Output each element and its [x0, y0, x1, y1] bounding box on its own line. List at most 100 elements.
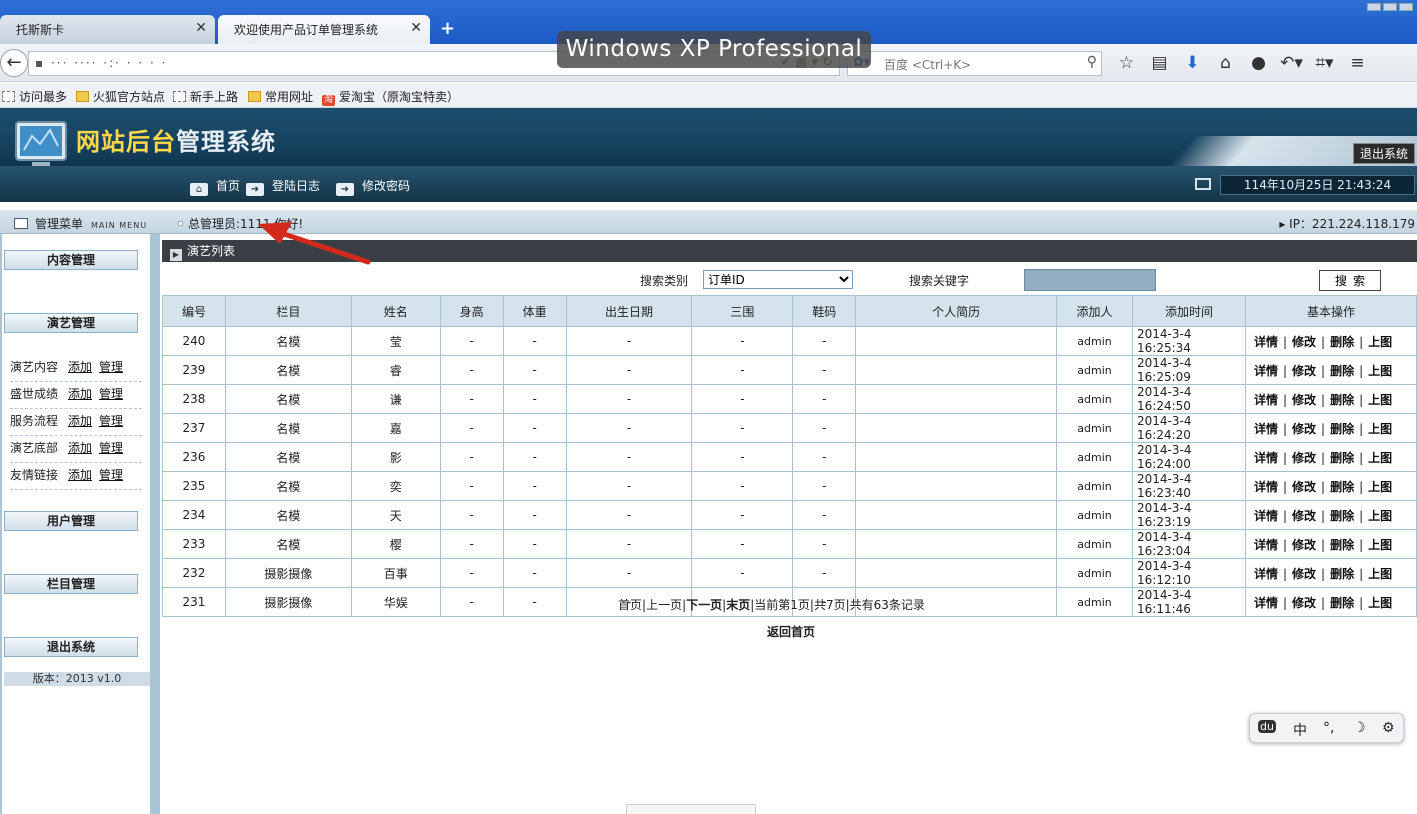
- sidebar-section-performance[interactable]: 演艺管理: [4, 313, 138, 333]
- pager-next[interactable]: 下一页: [686, 598, 722, 612]
- sidebar-section-logout[interactable]: 退出系统: [4, 637, 138, 657]
- ime-settings-gear-icon[interactable]: ⚙: [1382, 720, 1395, 736]
- ime-punctuation[interactable]: °,: [1323, 720, 1334, 736]
- upload-image-link[interactable]: 上图: [1368, 509, 1392, 523]
- back-home-link[interactable]: 返回首页: [767, 623, 815, 640]
- manage-link[interactable]: 管理: [99, 414, 123, 428]
- undo-icon[interactable]: ↶▾: [1275, 53, 1308, 73]
- close-tab-icon[interactable]: ✕: [195, 20, 207, 36]
- taobao-icon: 淘: [322, 95, 335, 106]
- delete-link[interactable]: 删除: [1330, 538, 1354, 552]
- upload-image-link[interactable]: 上图: [1368, 364, 1392, 378]
- edit-link[interactable]: 修改: [1292, 480, 1316, 494]
- add-link[interactable]: 添加: [68, 414, 92, 428]
- upload-image-link[interactable]: 上图: [1368, 451, 1392, 465]
- delete-link[interactable]: 删除: [1330, 335, 1354, 349]
- table-cell: 名模: [224, 442, 352, 472]
- bookmark-star-icon[interactable]: ☆: [1110, 53, 1143, 73]
- sidebar-section-users[interactable]: 用户管理: [4, 511, 138, 531]
- manage-link[interactable]: 管理: [99, 441, 123, 455]
- upload-image-link[interactable]: 上图: [1368, 480, 1392, 494]
- chat-bubble-icon[interactable]: ●: [1242, 53, 1275, 73]
- home-icon[interactable]: ⌂: [1209, 53, 1242, 73]
- manage-link[interactable]: 管理: [99, 468, 123, 482]
- upload-image-link[interactable]: 上图: [1368, 393, 1392, 407]
- ime-moon-icon[interactable]: ☽: [1353, 720, 1366, 736]
- detail-link[interactable]: 详情: [1254, 567, 1278, 581]
- detail-link[interactable]: 详情: [1254, 335, 1278, 349]
- browser-tab[interactable]: 托斯斯卡 ✕: [0, 15, 215, 44]
- delete-link[interactable]: 删除: [1330, 422, 1354, 436]
- bookmark-getting-started[interactable]: 新手上路: [173, 88, 238, 105]
- nav-home[interactable]: ⌂ 首页: [190, 177, 240, 196]
- add-link[interactable]: 添加: [68, 387, 92, 401]
- baidu-ime-icon[interactable]: du: [1258, 720, 1276, 733]
- detail-link[interactable]: 详情: [1254, 451, 1278, 465]
- edit-link[interactable]: 修改: [1292, 538, 1316, 552]
- bookmark-common-sites[interactable]: 常用网址: [248, 88, 313, 105]
- nav-login-log[interactable]: ➜ 登陆日志: [246, 177, 320, 196]
- pager-first[interactable]: 首页: [618, 598, 642, 612]
- download-arrow-icon[interactable]: ⬇: [1176, 53, 1209, 73]
- upload-image-link[interactable]: 上图: [1368, 567, 1392, 581]
- new-tab-plus-icon[interactable]: +: [440, 18, 455, 39]
- logout-button[interactable]: 退出系统: [1352, 143, 1415, 164]
- sidebar-section-content[interactable]: 内容管理: [4, 250, 138, 270]
- pager-prev[interactable]: 上一页: [646, 598, 682, 612]
- menu-icon: [14, 218, 28, 229]
- edit-link[interactable]: 修改: [1292, 393, 1316, 407]
- add-link[interactable]: 添加: [68, 441, 92, 455]
- crop-icon[interactable]: ⌗▾: [1308, 53, 1341, 73]
- browser-tab-active[interactable]: 欢迎使用产品订单管理系统 ✕: [218, 15, 430, 44]
- edit-link[interactable]: 修改: [1292, 509, 1316, 523]
- sidebar-section-columns[interactable]: 栏目管理: [4, 574, 138, 594]
- table-cell: -: [565, 326, 693, 356]
- nav-change-password[interactable]: ➜ 修改密码: [336, 177, 410, 196]
- search-icon[interactable]: ⚲: [1087, 54, 1097, 70]
- menu-icon[interactable]: ≡: [1341, 53, 1374, 73]
- bookmark-most-visited[interactable]: 访问最多: [2, 88, 67, 105]
- bookmark-aitaobao[interactable]: 淘爱淘宝（原淘宝特卖）: [322, 88, 459, 106]
- delete-link[interactable]: 删除: [1330, 451, 1354, 465]
- manage-link[interactable]: 管理: [99, 387, 123, 401]
- add-link[interactable]: 添加: [68, 468, 92, 482]
- edit-link[interactable]: 修改: [1292, 451, 1316, 465]
- edit-link[interactable]: 修改: [1292, 422, 1316, 436]
- delete-link[interactable]: 删除: [1330, 364, 1354, 378]
- delete-link[interactable]: 删除: [1330, 393, 1354, 407]
- add-link[interactable]: 添加: [68, 360, 92, 374]
- detail-link[interactable]: 详情: [1254, 422, 1278, 436]
- search-type-select[interactable]: 订单ID: [703, 270, 853, 289]
- detail-link[interactable]: 详情: [1254, 364, 1278, 378]
- delete-link[interactable]: 删除: [1330, 480, 1354, 494]
- bookmark-firefox-site[interactable]: 火狐官方站点: [76, 88, 165, 105]
- edit-link[interactable]: 修改: [1292, 567, 1316, 581]
- delete-link[interactable]: 删除: [1330, 509, 1354, 523]
- edit-link[interactable]: 修改: [1292, 364, 1316, 378]
- search-button[interactable]: 搜索: [1319, 270, 1381, 291]
- table-cell: -: [691, 326, 794, 356]
- ime-chinese-mode[interactable]: 中: [1293, 720, 1307, 740]
- detail-link[interactable]: 详情: [1254, 596, 1278, 610]
- detail-link[interactable]: 详情: [1254, 538, 1278, 552]
- web-search-input[interactable]: ✿▾ 百度 <Ctrl+K> ⚲: [847, 51, 1102, 76]
- back-arrow-icon[interactable]: ←: [0, 49, 28, 77]
- upload-image-link[interactable]: 上图: [1368, 538, 1392, 552]
- pager-last[interactable]: 末页: [726, 598, 750, 612]
- close-tab-icon[interactable]: ✕: [410, 20, 422, 36]
- search-keyword-input[interactable]: [1024, 269, 1156, 291]
- delete-link[interactable]: 删除: [1330, 567, 1354, 581]
- edit-link[interactable]: 修改: [1292, 596, 1316, 610]
- upload-image-link[interactable]: 上图: [1368, 422, 1392, 436]
- edit-link[interactable]: 修改: [1292, 335, 1316, 349]
- detail-link[interactable]: 详情: [1254, 509, 1278, 523]
- detail-link[interactable]: 详情: [1254, 480, 1278, 494]
- reading-list-icon[interactable]: ▤: [1143, 53, 1176, 73]
- upload-image-link[interactable]: 上图: [1368, 335, 1392, 349]
- datetime-display: 114年10月25日 21:43:24: [1220, 175, 1415, 195]
- detail-link[interactable]: 详情: [1254, 393, 1278, 407]
- manage-link[interactable]: 管理: [99, 360, 123, 374]
- upload-image-link[interactable]: 上图: [1368, 596, 1392, 610]
- delete-link[interactable]: 删除: [1330, 596, 1354, 610]
- window-controls[interactable]: [1365, 0, 1413, 11]
